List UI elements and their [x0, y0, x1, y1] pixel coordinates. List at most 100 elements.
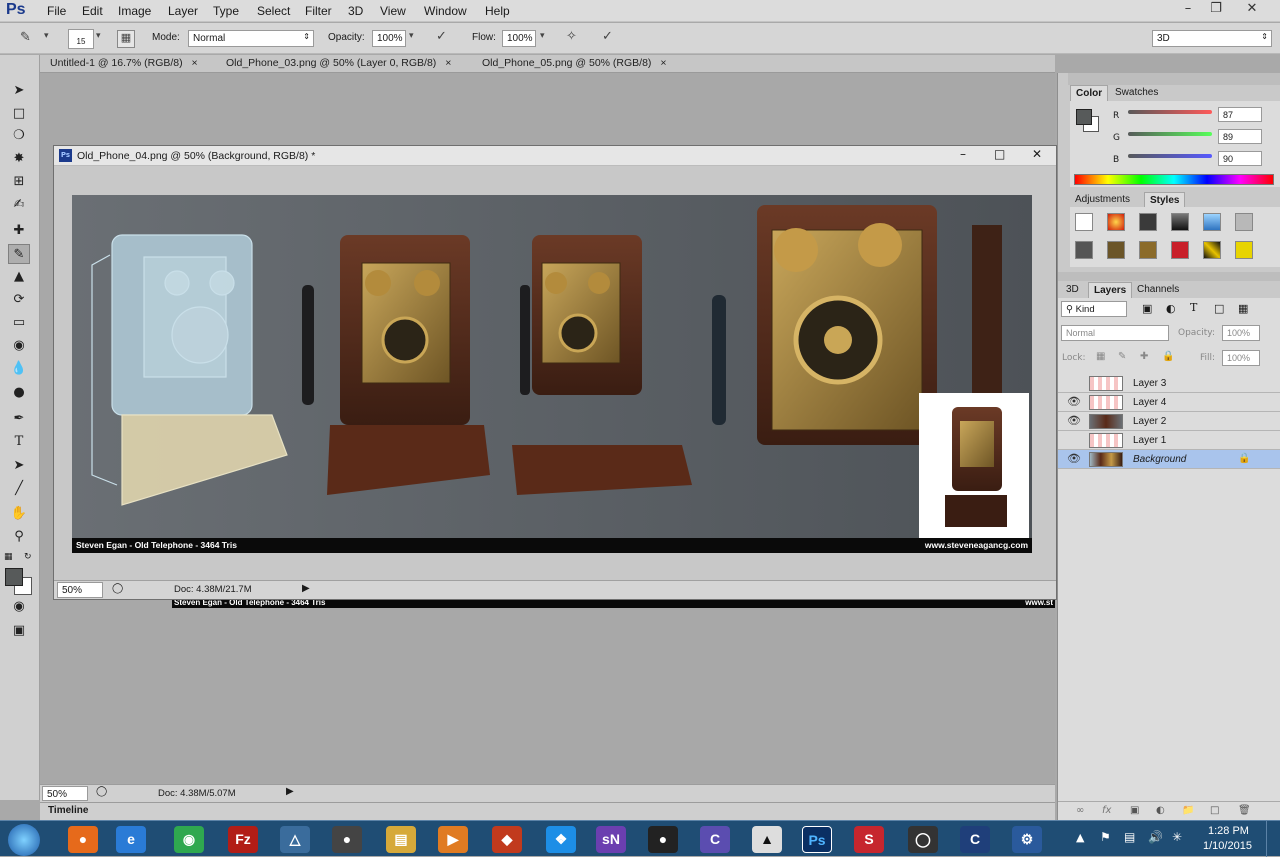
menu-help[interactable]: Help — [485, 4, 510, 18]
layer-opacity-input[interactable]: 100% — [1222, 325, 1260, 341]
style-swatch[interactable] — [1171, 241, 1189, 259]
chevron-down-icon[interactable]: ▾ — [540, 31, 545, 41]
app-icon[interactable]: S — [854, 826, 884, 853]
menu-type[interactable]: Type — [213, 4, 239, 18]
eraser-tool-icon[interactable]: ▭ — [8, 313, 30, 333]
app-icon[interactable]: ▲ — [752, 826, 782, 853]
workspace-select[interactable]: 3D ⇕ — [1152, 30, 1272, 47]
close-icon[interactable]: × — [192, 57, 198, 69]
document-window[interactable]: Ps Old_Phone_04.png @ 50% (Background, R… — [53, 145, 1057, 600]
pressure-size-icon[interactable]: ✓ — [602, 29, 613, 44]
brush-tool-icon[interactable]: ✎ — [8, 244, 30, 264]
tray-app-icon[interactable]: ✳ — [1172, 830, 1182, 844]
pressure-opacity-icon[interactable]: ✓ — [436, 29, 447, 44]
layer-row[interactable]: Layer 1 — [1058, 431, 1280, 450]
style-swatch[interactable] — [1075, 241, 1093, 259]
menu-file[interactable]: File — [47, 4, 66, 18]
brush-size-preset[interactable]: 15 — [68, 29, 94, 49]
close-icon[interactable]: ✕ — [1240, 1, 1264, 16]
menu-view[interactable]: View — [380, 4, 406, 18]
app-icon[interactable]: ⚙ — [1012, 826, 1042, 853]
close-icon[interactable]: × — [660, 57, 666, 69]
filezilla-icon[interactable]: Fz — [228, 826, 258, 853]
blur-tool-icon[interactable]: 💧 — [8, 359, 30, 379]
blend-mode-select[interactable]: Normal — [1061, 325, 1169, 341]
timeline-panel[interactable]: Timeline — [40, 802, 1055, 820]
style-swatch[interactable] — [1139, 213, 1157, 231]
style-swatch[interactable] — [1203, 213, 1221, 231]
status-info-icon[interactable]: ◯ — [112, 583, 123, 594]
folder-icon[interactable]: ▤ — [386, 826, 416, 853]
menu-image[interactable]: Image — [118, 4, 151, 18]
eyedropper-tool-icon[interactable]: ✍ — [8, 195, 30, 215]
menu-filter[interactable]: Filter — [305, 4, 332, 18]
add-mask-icon[interactable]: ▣ — [1130, 805, 1139, 816]
photoshop-taskbar-icon[interactable]: Ps — [802, 826, 832, 853]
clock-time[interactable]: 1:28 PM — [1208, 825, 1249, 837]
lock-transparency-icon[interactable]: ▦ — [1096, 351, 1105, 362]
app-icon[interactable]: ● — [332, 826, 362, 853]
r-input[interactable]: 87 — [1218, 107, 1262, 122]
layer-row[interactable]: 👁 Layer 4 — [1058, 393, 1280, 412]
tab-styles[interactable]: Styles — [1144, 192, 1186, 208]
network-icon[interactable]: ▤ — [1124, 830, 1135, 844]
tab-old-phone-05[interactable]: Old_Phone_05.png @ 50% (RGB/8) × — [482, 57, 667, 69]
history-brush-tool-icon[interactable]: ⟳ — [8, 290, 30, 310]
lock-pixels-icon[interactable]: ✎ — [1118, 351, 1126, 362]
document-zoom-input[interactable]: 50% — [57, 582, 103, 598]
tab-adjustments[interactable]: Adjustments — [1070, 192, 1135, 207]
smart-object-filter-icon[interactable]: ▦ — [1238, 302, 1248, 315]
adjustment-layer-icon[interactable]: ◐ — [1156, 805, 1165, 816]
app-icon[interactable]: △ — [280, 826, 310, 853]
type-tool-icon[interactable]: T — [8, 432, 30, 452]
layer-row-selected[interactable]: 👁 Background 🔒 — [1058, 450, 1280, 469]
close-icon[interactable]: ✕ — [1032, 147, 1042, 161]
clock-date[interactable]: 1/10/2015 — [1203, 840, 1252, 852]
style-swatch[interactable] — [1235, 213, 1253, 231]
lasso-tool-icon[interactable]: ❍ — [8, 126, 30, 146]
tab-untitled-1[interactable]: Untitled-1 @ 16.7% (RGB/8) × — [50, 57, 198, 69]
airbrush-icon[interactable]: ✧ — [566, 29, 577, 44]
adjustment-filter-icon[interactable]: ◐ — [1166, 302, 1176, 315]
type-filter-icon[interactable]: T — [1190, 301, 1197, 314]
marquee-tool-icon[interactable]: □ — [8, 104, 30, 124]
lock-position-icon[interactable]: ✚ — [1140, 351, 1148, 362]
style-none-swatch[interactable] — [1075, 213, 1093, 231]
dodge-tool-icon[interactable]: ● — [8, 383, 30, 403]
color-foreground-swatch[interactable] — [1076, 109, 1092, 125]
fx-icon[interactable]: fx — [1102, 805, 1111, 816]
move-tool-icon[interactable]: ➤ — [8, 81, 30, 101]
minimize-icon[interactable]: – — [1176, 1, 1200, 16]
opacity-input[interactable]: 100% — [372, 30, 406, 47]
paint-bucket-tool-icon[interactable]: ◉ — [8, 336, 30, 356]
style-swatch[interactable] — [1107, 241, 1125, 259]
document-canvas[interactable]: Steven Egan - Old Telephone - 3464 Tris … — [72, 195, 1032, 553]
filter-kind-select[interactable]: ⚲ Kind — [1061, 301, 1127, 317]
b-slider[interactable] — [1128, 154, 1212, 158]
firefox-icon[interactable]: ● — [68, 826, 98, 853]
tab-old-phone-03[interactable]: Old_Phone_03.png @ 50% (Layer 0, RGB/8) … — [226, 57, 451, 69]
crop-tool-icon[interactable]: ⊞ — [8, 172, 30, 192]
timeline-tab[interactable]: Timeline — [48, 805, 88, 816]
tab-channels[interactable]: Channels — [1132, 282, 1184, 297]
layer-row[interactable]: Layer 3 — [1058, 374, 1280, 393]
menu-select[interactable]: Select — [257, 4, 290, 18]
tray-arrow-icon[interactable]: ▲ — [1076, 831, 1084, 844]
g-slider[interactable] — [1128, 132, 1212, 136]
fill-input[interactable]: 100% — [1222, 350, 1260, 366]
r-slider[interactable] — [1128, 110, 1212, 114]
visibility-toggle[interactable] — [1066, 434, 1082, 446]
color-spectrum-bar[interactable] — [1074, 174, 1274, 185]
tab-color[interactable]: Color — [1070, 85, 1109, 101]
healing-brush-tool-icon[interactable]: ✚ — [8, 221, 30, 241]
app-icon[interactable]: C — [700, 826, 730, 853]
eye-icon[interactable]: 👁 — [1066, 396, 1082, 408]
chevron-down-icon[interactable]: ▾ — [409, 31, 414, 41]
line-tool-icon[interactable]: ╱ — [8, 479, 30, 499]
app-icon[interactable]: C — [960, 826, 990, 853]
brush-panel-icon[interactable]: ▦ — [117, 30, 135, 48]
chevron-down-icon[interactable]: ▾ — [96, 31, 101, 41]
hand-tool-icon[interactable]: ✋ — [8, 504, 30, 524]
app-icon[interactable]: ● — [648, 826, 678, 853]
swap-colors-icon[interactable]: ↻ — [24, 552, 32, 562]
